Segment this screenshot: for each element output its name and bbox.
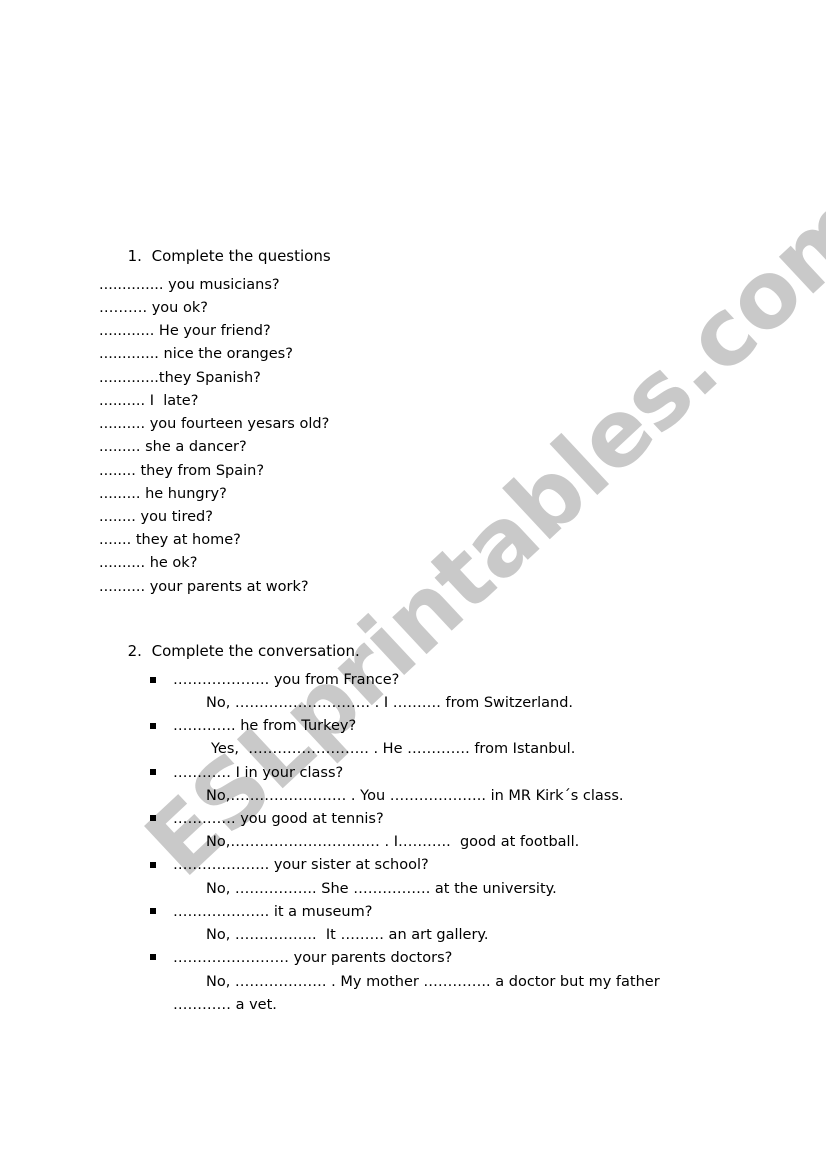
question-line: ......... she a dancer? [99, 439, 247, 455]
conversation-answer: No, …………….. It ……… an art gallery. [206, 927, 489, 943]
bullet-icon [150, 862, 156, 868]
question-line: ......... he hungry? [99, 486, 227, 502]
question-line: ....... they at home? [99, 532, 241, 548]
worksheet-page: ESLprintables.com 1. Complete the questio… [0, 0, 826, 1169]
question-line: .......... you fourteen yesars old? [99, 416, 330, 432]
conversation-answer-continuation: ………… a vet. [173, 997, 277, 1013]
question-line: ........ you tired? [99, 509, 213, 525]
bullet-icon [150, 677, 156, 683]
conversation-answer: No, ………………………. . I ………. from Switzerland… [206, 695, 574, 711]
section-1-title: Complete the questions [151, 247, 331, 265]
question-line: .......... your parents at work? [99, 579, 309, 595]
question-line: .......... I late? [99, 393, 199, 409]
conversation-question: …………. you good at tennis? [173, 811, 384, 827]
conversation-question: ……………….. it a museum? [173, 904, 373, 920]
conversation-question: …………. he from Turkey? [173, 718, 357, 734]
bullet-icon [150, 815, 156, 821]
question-line: ............. nice the oranges? [99, 346, 293, 362]
conversation-answer: No,……………………….… . I……….. good at football… [206, 834, 580, 850]
question-line: ………. you ok? [99, 300, 208, 316]
question-line: .............. you musicians? [99, 277, 280, 293]
bullet-icon [150, 908, 156, 914]
conversation-question: ……………….. your sister at school? [173, 857, 429, 873]
bullet-icon [150, 769, 156, 775]
question-line: .......... he ok? [99, 555, 198, 571]
conversation-answer: No, …………….. She ……………. at the university… [206, 881, 557, 897]
section-2-number: 2. [127, 642, 142, 660]
conversation-question: …………………… your parents doctors? [173, 950, 453, 966]
question-line: ............ He your friend? [99, 323, 271, 339]
conversation-answer: No, ………………. . My mother ………….. a doctor … [206, 974, 660, 990]
question-line: .............they Spanish? [99, 370, 261, 386]
section-2-heading: 2. Complete the conversation. [99, 624, 360, 678]
conversation-question: ……………….. you from France? [173, 672, 400, 688]
conversation-answer: No,…………………… . You ……………….. in MR Kirk´s … [206, 788, 624, 804]
section-1-heading: 1. Complete the questions [99, 229, 331, 283]
question-line: ........ they from Spain? [99, 463, 265, 479]
section-1-number: 1. [127, 247, 142, 265]
section-2-title: Complete the conversation. [151, 642, 360, 660]
watermark: ESLprintables.com [125, 171, 826, 897]
bullet-icon [150, 954, 156, 960]
bullet-icon [150, 723, 156, 729]
conversation-question: ………… I in your class? [173, 765, 344, 781]
conversation-answer: Yes, ……………………. . He …………. from Istanbul. [211, 741, 576, 757]
